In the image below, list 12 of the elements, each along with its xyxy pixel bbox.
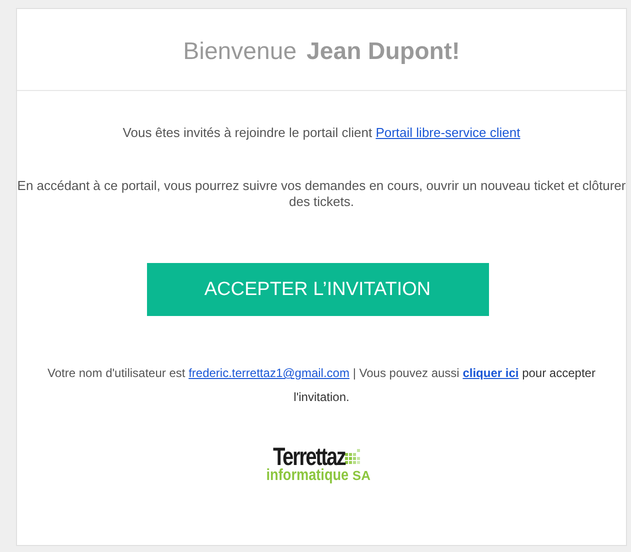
username-text: Votre nom d'utilisateur est frederic.terrettaz1@gmail.com | Vous pouvez aussi cliquer ici pour accepter l'invitation. bbox=[46, 365, 596, 406]
invite-text: Vous êtes invités à rejoindre le portail client Portail libre-service client bbox=[122, 125, 522, 140]
user-name: Jean Dupont! bbox=[306, 38, 460, 66]
portal-link[interactable]: Portail libre-service client bbox=[376, 125, 520, 140]
email-link[interactable]: frederic.terrettaz1@gmail.com bbox=[188, 366, 350, 380]
logo-wordmark: Terrettaz bbox=[272, 445, 346, 469]
greeting-text: Bienvenue bbox=[183, 38, 297, 66]
logo-tagline: informatique bbox=[266, 467, 348, 484]
squares-icon bbox=[345, 449, 362, 465]
click-here-link[interactable]: cliquer ici bbox=[462, 366, 519, 380]
description-text: En accédant à ce portail, vous pourrez suivre vos demandes en cours, ouvrir un nouveau ticket et clôturer des tickets. bbox=[17, 178, 626, 210]
logo-suffix: SA bbox=[352, 468, 370, 483]
